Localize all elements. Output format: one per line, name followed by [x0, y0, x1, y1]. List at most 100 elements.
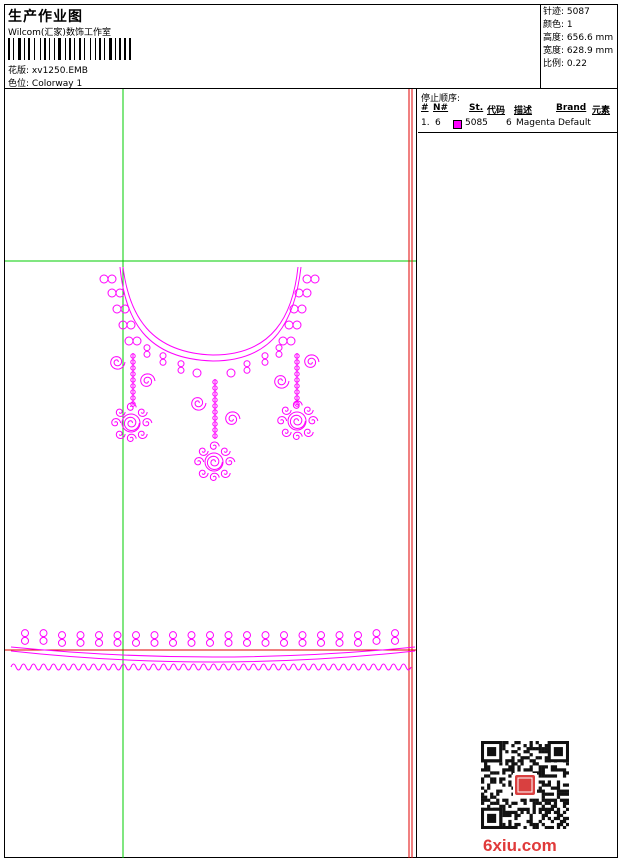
loop-motif	[286, 336, 296, 346]
loop-motif	[124, 336, 134, 346]
spiral-motif	[220, 469, 231, 479]
spiral-motif	[206, 455, 223, 471]
spiral-motif	[142, 418, 153, 427]
loop-motif	[317, 631, 325, 640]
spiral-motif	[209, 441, 220, 450]
loop-motif	[226, 368, 236, 378]
neckline-curve	[122, 266, 299, 356]
loop-motif	[317, 638, 325, 647]
spiral-motif	[137, 408, 148, 417]
loop-motif	[224, 631, 233, 640]
row-stitches: 5085	[465, 118, 488, 128]
row-code: 6	[506, 118, 512, 128]
loop-motif	[280, 638, 288, 647]
row-index: 1.	[421, 118, 430, 128]
spiral-motif	[140, 373, 156, 387]
spiral-motif	[304, 354, 320, 368]
loop-motif	[243, 360, 251, 368]
col-code: 代码	[487, 106, 506, 116]
loop-motif	[150, 638, 159, 647]
loop-motif	[292, 320, 302, 330]
spiral-motif	[281, 406, 292, 415]
loop-motif	[143, 344, 151, 352]
spiral-motif	[289, 414, 306, 430]
loop-motif	[261, 631, 270, 640]
loop-motif	[354, 631, 362, 640]
loop-motif	[58, 631, 66, 640]
row-needle: 6	[435, 118, 441, 128]
loop-motif	[206, 638, 214, 647]
colorway-value: Colorway 1	[31, 79, 83, 89]
spiral-motif	[191, 397, 207, 411]
loop-motif	[95, 638, 103, 647]
loop-motif	[21, 636, 29, 645]
spiral-motif	[209, 472, 220, 482]
loop-motif	[206, 631, 214, 640]
loop-motif	[169, 631, 177, 640]
col-needle: N#	[433, 103, 449, 113]
spiral-motif	[126, 402, 137, 411]
spiral-motif	[277, 416, 288, 425]
embroidery-motif	[10, 266, 416, 671]
loop-motif	[335, 631, 344, 640]
spiral-motif	[308, 416, 319, 425]
spiral-motif	[274, 375, 290, 389]
spiral-motif	[292, 431, 303, 441]
spiral-motif	[123, 416, 140, 432]
stop-sequence-header: # N# St. 代码 描述 Brand 元素	[418, 103, 617, 116]
loop-motif	[391, 636, 399, 645]
svg-text:6xiu.com: 6xiu.com	[483, 836, 557, 855]
spiral-motif	[303, 428, 314, 438]
stat-scale: 比例: 0.22	[543, 59, 587, 69]
loop-motif	[310, 274, 320, 284]
neckline-curve	[119, 266, 302, 362]
loop-motif	[372, 629, 381, 638]
colorway-info: 色位: Colorway 1	[8, 76, 82, 89]
col-element: 元素	[592, 106, 611, 116]
loop-motif	[39, 629, 48, 638]
loop-motif	[126, 320, 136, 330]
production-worksheet: 生产作业图 Wilcom(汇家)数饰工作室 花版: xv1250.EMB 色位:…	[4, 4, 618, 858]
loop-motif	[243, 638, 251, 647]
loop-motif	[192, 368, 202, 378]
loop-motif	[280, 631, 288, 640]
colorway-label: 色位:	[8, 79, 30, 89]
design-file: xv1250.EMB	[31, 66, 88, 76]
loop-motif	[372, 636, 381, 645]
spiral-motif	[126, 433, 137, 443]
spiral-motif	[137, 430, 148, 440]
loop-motif	[297, 304, 307, 314]
loop-motif	[99, 274, 109, 284]
loop-motif	[159, 352, 167, 360]
loop-motif	[113, 638, 122, 647]
wave-border	[10, 663, 412, 671]
stats-panel: 针迹: 5087 颜色: 1 高度: 656.6 mm 宽度: 628.9 mm…	[540, 5, 617, 89]
loop-motif	[275, 344, 283, 352]
stat-stitches: 针迹: 5087	[543, 7, 590, 17]
loop-motif	[132, 638, 140, 647]
color-swatch	[453, 120, 462, 129]
loop-motif	[298, 638, 307, 647]
col-index: #	[421, 103, 429, 113]
loop-motif	[261, 352, 269, 360]
row-brand: Default	[558, 118, 591, 128]
spiral-motif	[115, 430, 126, 440]
loop-motif	[58, 638, 66, 647]
loop-motif	[39, 636, 48, 645]
divider	[418, 132, 617, 133]
stat-height: 高度: 656.6 mm	[543, 33, 614, 43]
loop-motif	[187, 631, 196, 640]
worksheet-header: 生产作业图 Wilcom(汇家)数饰工作室 花版: xv1250.EMB 色位:…	[5, 5, 617, 89]
loop-motif	[335, 638, 344, 647]
loop-motif	[284, 320, 294, 330]
loop-motif	[169, 638, 177, 647]
spiral-motif	[198, 447, 209, 456]
loop-motif	[224, 638, 233, 647]
loop-motif	[261, 638, 270, 647]
spiral-motif	[198, 469, 209, 479]
loop-motif	[21, 629, 29, 638]
loop-motif	[391, 629, 399, 638]
page-title: 生产作业图	[8, 9, 83, 25]
spiral-motif	[303, 406, 314, 415]
loop-motif	[243, 366, 251, 374]
